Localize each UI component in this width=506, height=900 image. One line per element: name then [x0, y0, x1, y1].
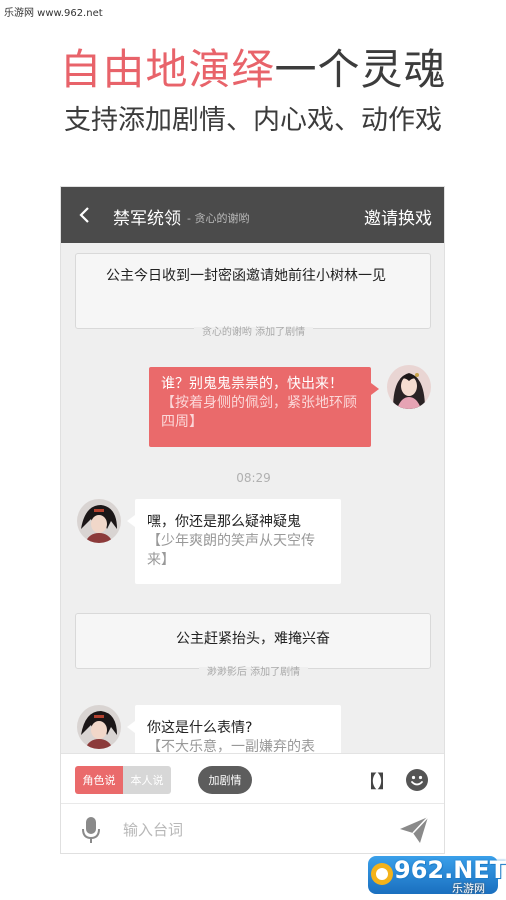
avatar[interactable]: [77, 499, 121, 543]
plot-card-text: 公主赶紧抬头，难掩兴奋: [176, 631, 330, 647]
promo-title: 自由地演绎一个灵魂: [0, 36, 506, 97]
plot-note-text: 贪心的谢哟 添加了剧情: [193, 327, 314, 338]
plot-card-text: 公主今日收到一封密函邀请她前往小树林一见: [106, 268, 386, 284]
promo-title-rest: 一个灵魂: [274, 45, 447, 94]
plot-note: 贪心的谢哟 添加了剧情: [61, 323, 444, 338]
emoji-icon[interactable]: [405, 768, 429, 792]
watermark-text: 乐游网 www.962.net: [4, 8, 103, 19]
app-header: 禁军统领 - 贪心的谢哟 邀请换戏: [61, 187, 444, 243]
brand-domain: 962.NET: [394, 856, 506, 884]
add-plot-button[interactable]: 加剧情: [198, 766, 252, 794]
microphone-icon[interactable]: [81, 816, 101, 844]
header-title: 禁军统领: [113, 209, 181, 229]
input-bar: [61, 803, 444, 853]
plot-card: 公主赶紧抬头，难掩兴奋: [75, 613, 431, 669]
speaker-toggle[interactable]: 角色说 本人说: [75, 766, 171, 794]
line-input[interactable]: [123, 816, 383, 844]
timestamp: 08:29: [236, 471, 271, 485]
message-bubble-other[interactable]: 嘿，你还是那么疑神疑鬼 【少年爽朗的笑声从天空传来】: [127, 499, 341, 584]
message-speech: 嘿，你还是那么疑神疑鬼: [147, 514, 301, 530]
brand-name: 乐游网: [452, 882, 485, 895]
app-screen: 禁军统领 - 贪心的谢哟 邀请换戏 公主今日收到一封密函邀请她前往小树林一见 贪…: [60, 186, 445, 854]
promo-title-highlight: 自由地演绎: [59, 45, 275, 94]
send-icon[interactable]: [399, 816, 429, 844]
plot-card: 公主今日收到一封密函邀请她前往小树林一见: [75, 253, 431, 329]
plot-note: 渺渺影后 添加了剧情: [61, 663, 444, 678]
avatar[interactable]: [77, 705, 121, 749]
self-speak-option[interactable]: 本人说: [123, 766, 171, 794]
avatar[interactable]: [387, 365, 431, 409]
message-speech: 谁？别鬼鬼祟祟的，快出来！: [161, 376, 343, 392]
plot-note-text: 渺渺影后 添加了剧情: [198, 667, 309, 678]
message-bubble-self[interactable]: 谁？别鬼鬼祟祟的，快出来！ 【按着身侧的佩剑，紧张地环顾四周】: [149, 367, 379, 447]
back-arrow-icon[interactable]: [77, 205, 93, 225]
header-author: - 贪心的谢哟: [187, 212, 250, 225]
message-action: 【按着身侧的佩剑，紧张地环顾四周】: [161, 395, 357, 430]
invite-swap-button[interactable]: 邀请换戏: [364, 204, 432, 229]
role-speak-option[interactable]: 角色说: [75, 766, 123, 794]
message-action: 【少年爽朗的笑声从天空传来】: [147, 533, 315, 568]
action-bracket-button[interactable]: 【】: [359, 768, 395, 794]
compose-toolbar: 角色说 本人说 加剧情 【】: [61, 753, 444, 803]
message-speech: 你这是什么表情?: [147, 720, 253, 736]
promo-subtitle: 支持添加剧情、内心戏、动作戏: [64, 105, 442, 136]
